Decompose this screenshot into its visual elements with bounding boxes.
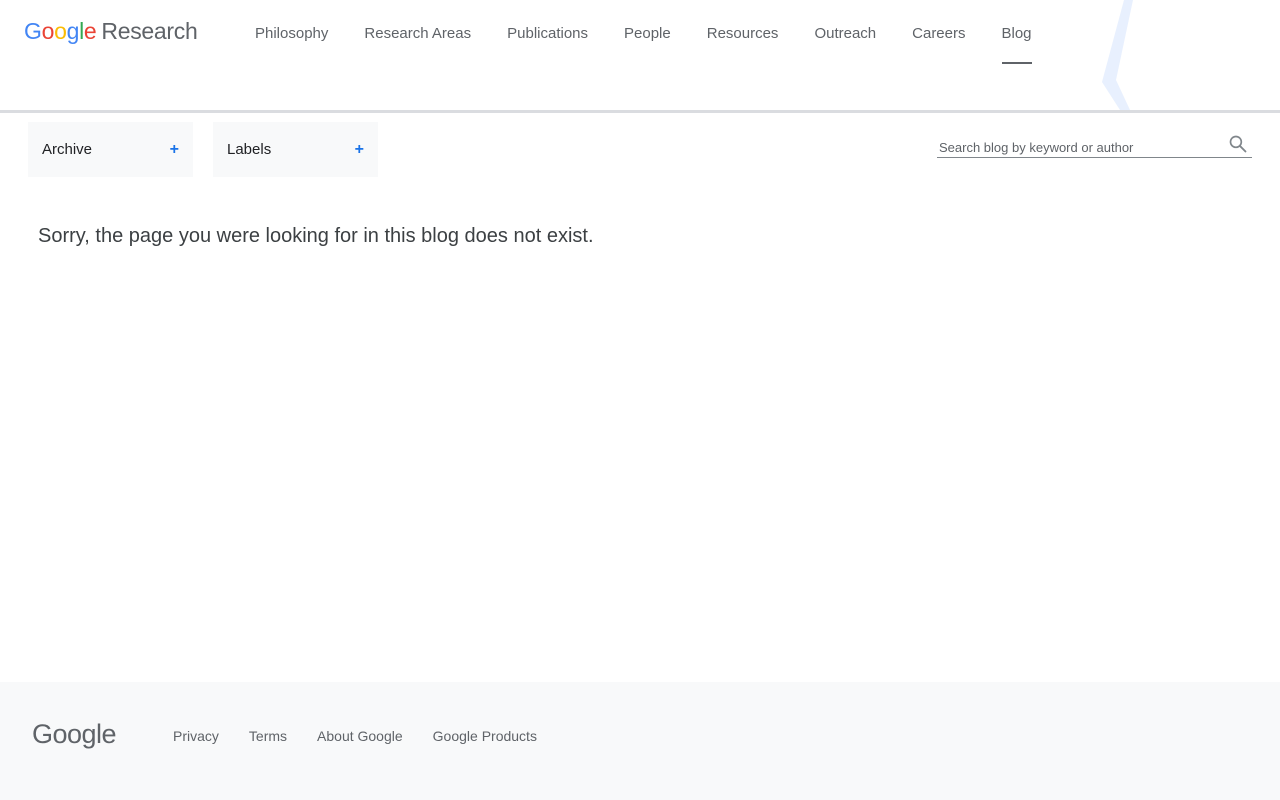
logo-letter: o — [41, 18, 55, 44]
nav-item-careers[interactable]: Careers — [912, 22, 965, 66]
footer-link-google-products[interactable]: Google Products — [433, 726, 537, 746]
site-header: Google Research Philosophy Research Areas… — [0, 0, 1280, 110]
nav-item-publications[interactable]: Publications — [507, 22, 588, 66]
plus-icon: + — [354, 140, 364, 158]
logo-letter: g — [66, 18, 80, 44]
not-found-message: Sorry, the page you were looking for in … — [38, 225, 594, 247]
search-input[interactable] — [937, 137, 1221, 157]
search-icon[interactable] — [1228, 134, 1248, 154]
nav-item-philosophy[interactable]: Philosophy — [255, 22, 328, 66]
logo-letter: e — [83, 18, 97, 44]
blog-search — [937, 130, 1252, 158]
footer-link-privacy[interactable]: Privacy — [173, 726, 219, 746]
page: Google Research Philosophy Research Areas… — [0, 0, 1280, 800]
labels-label: Labels — [227, 141, 272, 158]
footer-link-about-google[interactable]: About Google — [317, 726, 403, 746]
footer-links: Privacy Terms About Google Google Produc… — [173, 726, 567, 746]
header-divider — [0, 110, 1280, 113]
decorative-shape — [1102, 0, 1133, 110]
nav-item-blog[interactable]: Blog — [1001, 22, 1032, 66]
labels-filter-button[interactable]: Labels + — [213, 122, 378, 177]
nav-item-resources[interactable]: Resources — [707, 22, 779, 66]
archive-label: Archive — [42, 141, 93, 158]
nav-item-people[interactable]: People — [624, 22, 671, 66]
footer-link-terms[interactable]: Terms — [249, 726, 287, 746]
nav-item-research-areas[interactable]: Research Areas — [364, 22, 471, 66]
google-logo[interactable]: Google — [32, 718, 117, 750]
google-research-logo[interactable]: Google Research — [24, 16, 198, 46]
logo-letter: G — [24, 18, 42, 44]
archive-filter-button[interactable]: Archive + — [28, 122, 193, 177]
main-nav: Philosophy Research Areas Publications P… — [255, 22, 1068, 66]
site-footer: Google Privacy Terms About Google Google… — [0, 682, 1280, 800]
plus-icon: + — [169, 140, 179, 158]
logo-product-name: Research — [101, 18, 198, 44]
logo-letter: o — [54, 18, 67, 44]
nav-item-outreach[interactable]: Outreach — [814, 22, 876, 66]
